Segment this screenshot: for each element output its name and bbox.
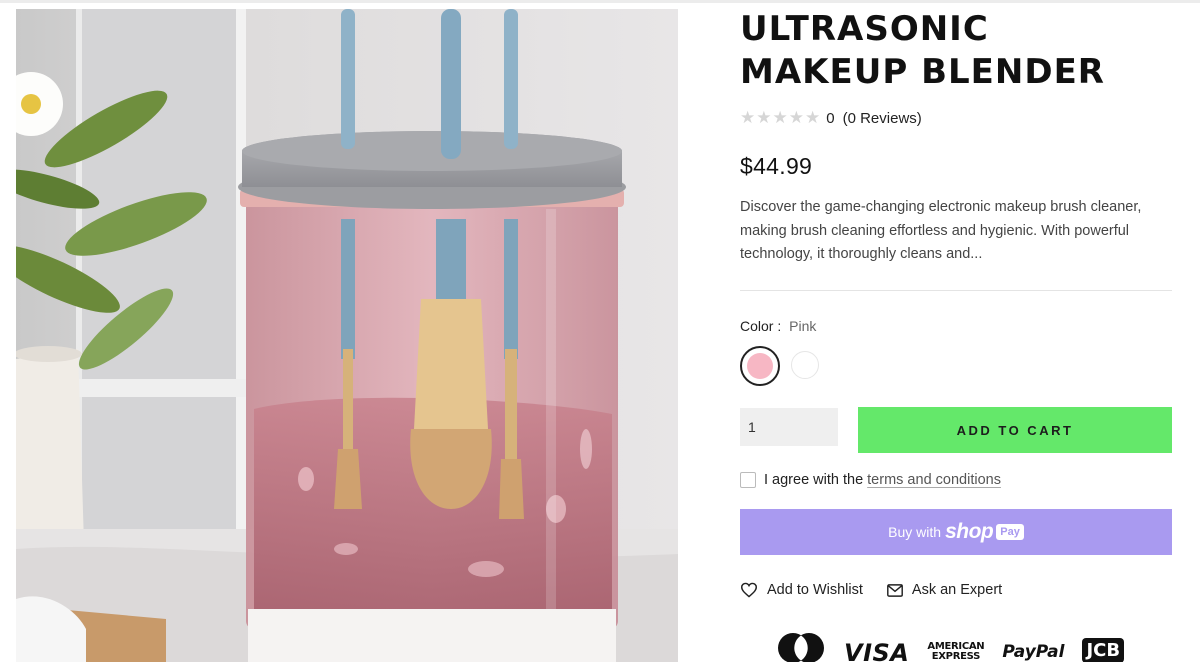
terms-agreement: I agree with the terms and conditions <box>740 472 1001 488</box>
star-icon: ★ <box>805 108 821 127</box>
secondary-actions: Add to Wishlist Ask an Expert <box>740 582 1026 598</box>
visa-logo: VISA <box>844 639 910 662</box>
top-divider <box>0 0 1200 3</box>
amex-logo: AMERICAN EXPRESS <box>927 642 984 662</box>
swatch-pink-dot <box>747 353 773 379</box>
star-rating: ★ ★ ★ ★ ★ <box>740 108 820 128</box>
star-icon: ★ <box>788 108 804 127</box>
shop-pay-button[interactable]: Buy with shop Pay <box>740 509 1172 555</box>
jcb-logo: JCB <box>1082 638 1125 662</box>
mastercard-logo <box>776 630 826 662</box>
paypal-logo: PayPal <box>1002 642 1065 662</box>
product-title: ULTRASONIC MAKEUP BLENDER <box>740 9 1105 92</box>
terms-link[interactable]: terms and conditions <box>867 472 1001 488</box>
rating-row[interactable]: ★ ★ ★ ★ ★ 0 (0 Reviews) <box>740 108 922 128</box>
amex-line-2: EXPRESS <box>931 651 981 662</box>
star-icon: ★ <box>756 108 772 127</box>
wishlist-label: Add to Wishlist <box>767 582 863 598</box>
shop-pay-brand: shop <box>945 520 994 543</box>
swatch-pink[interactable] <box>740 346 780 386</box>
product-price: $44.99 <box>740 153 813 179</box>
quantity-input[interactable] <box>740 408 838 446</box>
shop-pay-buy-with: Buy with <box>888 524 942 540</box>
color-label-row: Color : Pink <box>740 318 816 334</box>
product-description: Discover the game-changing electronic ma… <box>740 199 1142 262</box>
star-icon: ★ <box>740 108 756 127</box>
product-image[interactable] <box>16 9 678 662</box>
payment-methods: VISA AMERICAN EXPRESS PayPal JCB <box>776 630 1142 662</box>
expert-label: Ask an Expert <box>911 582 1003 598</box>
heart-icon <box>740 582 758 598</box>
mail-icon <box>886 583 903 597</box>
color-label: Color : <box>740 318 782 334</box>
add-to-wishlist-link[interactable]: Add to Wishlist <box>740 582 863 598</box>
swatch-white[interactable] <box>791 351 819 379</box>
product-photo-illustration <box>16 9 678 662</box>
shop-pay-badge: Pay <box>996 524 1024 540</box>
section-divider <box>740 290 1172 291</box>
color-selected-value: Pink <box>789 318 817 334</box>
terms-text: I agree with the <box>764 472 864 488</box>
add-to-cart-button[interactable]: ADD TO CART <box>858 407 1172 453</box>
star-icon: ★ <box>772 108 788 127</box>
mastercard-icon <box>778 633 824 662</box>
terms-checkbox[interactable] <box>740 472 756 488</box>
ask-expert-link[interactable]: Ask an Expert <box>886 582 1003 598</box>
reviews-link[interactable]: (0 Reviews) <box>843 110 922 127</box>
rating-count: 0 <box>826 109 835 127</box>
